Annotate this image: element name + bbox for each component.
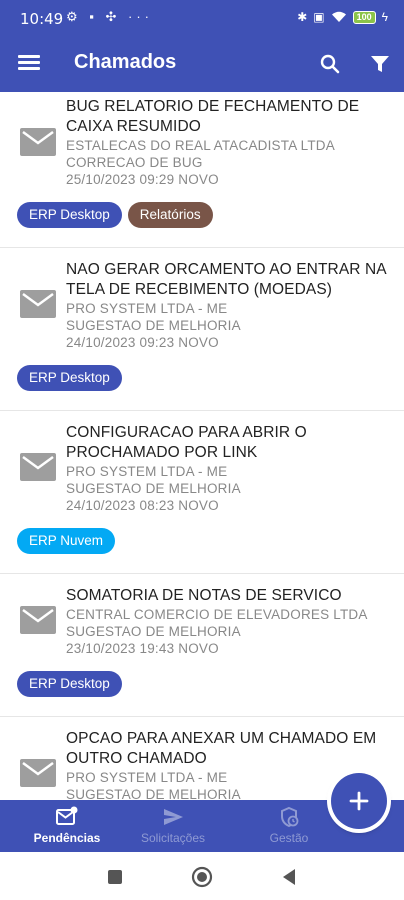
home-icon[interactable] bbox=[191, 866, 213, 888]
ticket-tags: ERP Desktop bbox=[17, 365, 122, 391]
wifi-icon bbox=[331, 11, 346, 22]
ticket-datetime-status: 24/10/2023 09:23 NOVO bbox=[66, 335, 219, 350]
mail-badge-icon bbox=[56, 806, 78, 825]
ticket-company: CENTRAL COMERCIO DE ELEVADORES LTDA bbox=[66, 607, 368, 622]
ticket-title-cont: PROCHAMADO POR LINK bbox=[66, 444, 258, 461]
ticket-title: CONFIGURACAO PARA ABRIR O bbox=[66, 424, 307, 441]
notification-icons: ⚙ ▪ ✣ ··· bbox=[66, 9, 153, 24]
shield-clock-icon bbox=[281, 806, 299, 828]
status-bar: 10:49 ⚙ ▪ ✣ ··· ✱ ▣ 100 ϟ bbox=[0, 0, 404, 36]
ticket-tags: ERP Nuvem bbox=[17, 528, 116, 554]
ticket-tags: ERP Desktop bbox=[17, 671, 122, 697]
ticket-item[interactable]: SOMATORIA DE NOTAS DE SERVICO CENTRAL CO… bbox=[0, 574, 404, 717]
ticket-title: NAO GERAR ORCAMENTO AO ENTRAR NA bbox=[66, 261, 387, 278]
ticket-type: SUGESTAO DE MELHORIA bbox=[66, 318, 241, 333]
search-icon[interactable] bbox=[318, 52, 342, 76]
ticket-list: BUG RELATORIO DE FECHAMENTO DE CAIXA RES… bbox=[0, 92, 404, 800]
battery-level: 100 bbox=[352, 10, 376, 24]
mail-icon bbox=[20, 606, 56, 634]
back-icon[interactable] bbox=[281, 868, 297, 886]
ticket-type: SUGESTAO DE MELHORIA bbox=[66, 624, 241, 639]
ticket-item[interactable]: NAO GERAR ORCAMENTO AO ENTRAR NA TELA DE… bbox=[0, 248, 404, 411]
tag-chip[interactable]: ERP Desktop bbox=[17, 365, 122, 391]
ticket-tags: ERP Desktop Relatórios bbox=[17, 202, 213, 228]
ticket-title: SOMATORIA DE NOTAS DE SERVICO bbox=[66, 587, 342, 604]
tag-chip[interactable]: ERP Nuvem bbox=[17, 528, 116, 554]
send-icon bbox=[164, 809, 183, 825]
mail-icon bbox=[20, 128, 56, 156]
status-time: 10:49 bbox=[20, 10, 64, 28]
ticket-datetime-status: 24/10/2023 08:23 NOVO bbox=[66, 498, 219, 513]
ticket-company: PRO SYSTEM LTDA - ME bbox=[66, 770, 228, 785]
ticket-title: OPCAO PARA ANEXAR UM CHAMADO EM bbox=[66, 730, 377, 747]
ticket-type: CORRECAO DE BUG bbox=[66, 155, 203, 170]
page-title: Chamados bbox=[74, 51, 177, 73]
ticket-title-cont: OUTRO CHAMADO bbox=[66, 750, 207, 767]
ticket-company: PRO SYSTEM LTDA - ME bbox=[66, 464, 228, 479]
ticket-company: ESTALECAS DO REAL ATACADISTA LTDA bbox=[66, 138, 335, 153]
ticket-type: SUGESTAO DE MELHORIA bbox=[66, 787, 241, 800]
filter-icon[interactable] bbox=[368, 52, 392, 76]
nav-label: Solicitações bbox=[140, 831, 206, 845]
app-bar: Chamados bbox=[0, 36, 404, 92]
charging-icon: ϟ bbox=[381, 10, 388, 24]
system-navigation-bar bbox=[0, 852, 404, 900]
menu-icon[interactable] bbox=[18, 52, 40, 74]
data-icon: ▣ bbox=[313, 10, 325, 24]
mail-icon bbox=[20, 453, 56, 481]
tag-chip[interactable]: ERP Desktop bbox=[17, 202, 122, 228]
ticket-title-cont: CAIXA RESUMIDO bbox=[66, 118, 201, 135]
nav-label: Gestão bbox=[269, 831, 309, 845]
ticket-item[interactable]: BUG RELATORIO DE FECHAMENTO DE CAIXA RES… bbox=[0, 92, 404, 248]
ticket-item[interactable]: CONFIGURACAO PARA ABRIR O PROCHAMADO POR… bbox=[0, 411, 404, 574]
ticket-company: PRO SYSTEM LTDA - ME bbox=[66, 301, 228, 316]
ticket-title-cont: TELA DE RECEBIMENTO (MOEDAS) bbox=[66, 281, 333, 298]
mail-icon bbox=[20, 290, 56, 318]
ticket-datetime-status: 25/10/2023 09:29 NOVO bbox=[66, 172, 219, 187]
tag-chip[interactable]: Relatórios bbox=[127, 202, 213, 228]
bluetooth-icon: ✱ bbox=[297, 10, 308, 24]
status-right-icons: ✱ ▣ 100 ϟ bbox=[297, 10, 388, 24]
ticket-type: SUGESTAO DE MELHORIA bbox=[66, 481, 241, 496]
ticket-title: BUG RELATORIO DE FECHAMENTO DE bbox=[66, 98, 360, 115]
mail-icon bbox=[20, 759, 56, 787]
plus-icon bbox=[349, 791, 369, 811]
tag-chip[interactable]: ERP Desktop bbox=[17, 671, 122, 697]
ticket-datetime-status: 23/10/2023 19:43 NOVO bbox=[66, 641, 219, 656]
nav-solicitacoes[interactable]: Solicitações bbox=[106, 800, 240, 852]
add-ticket-button[interactable] bbox=[331, 773, 387, 829]
recent-apps-icon[interactable] bbox=[107, 869, 123, 885]
